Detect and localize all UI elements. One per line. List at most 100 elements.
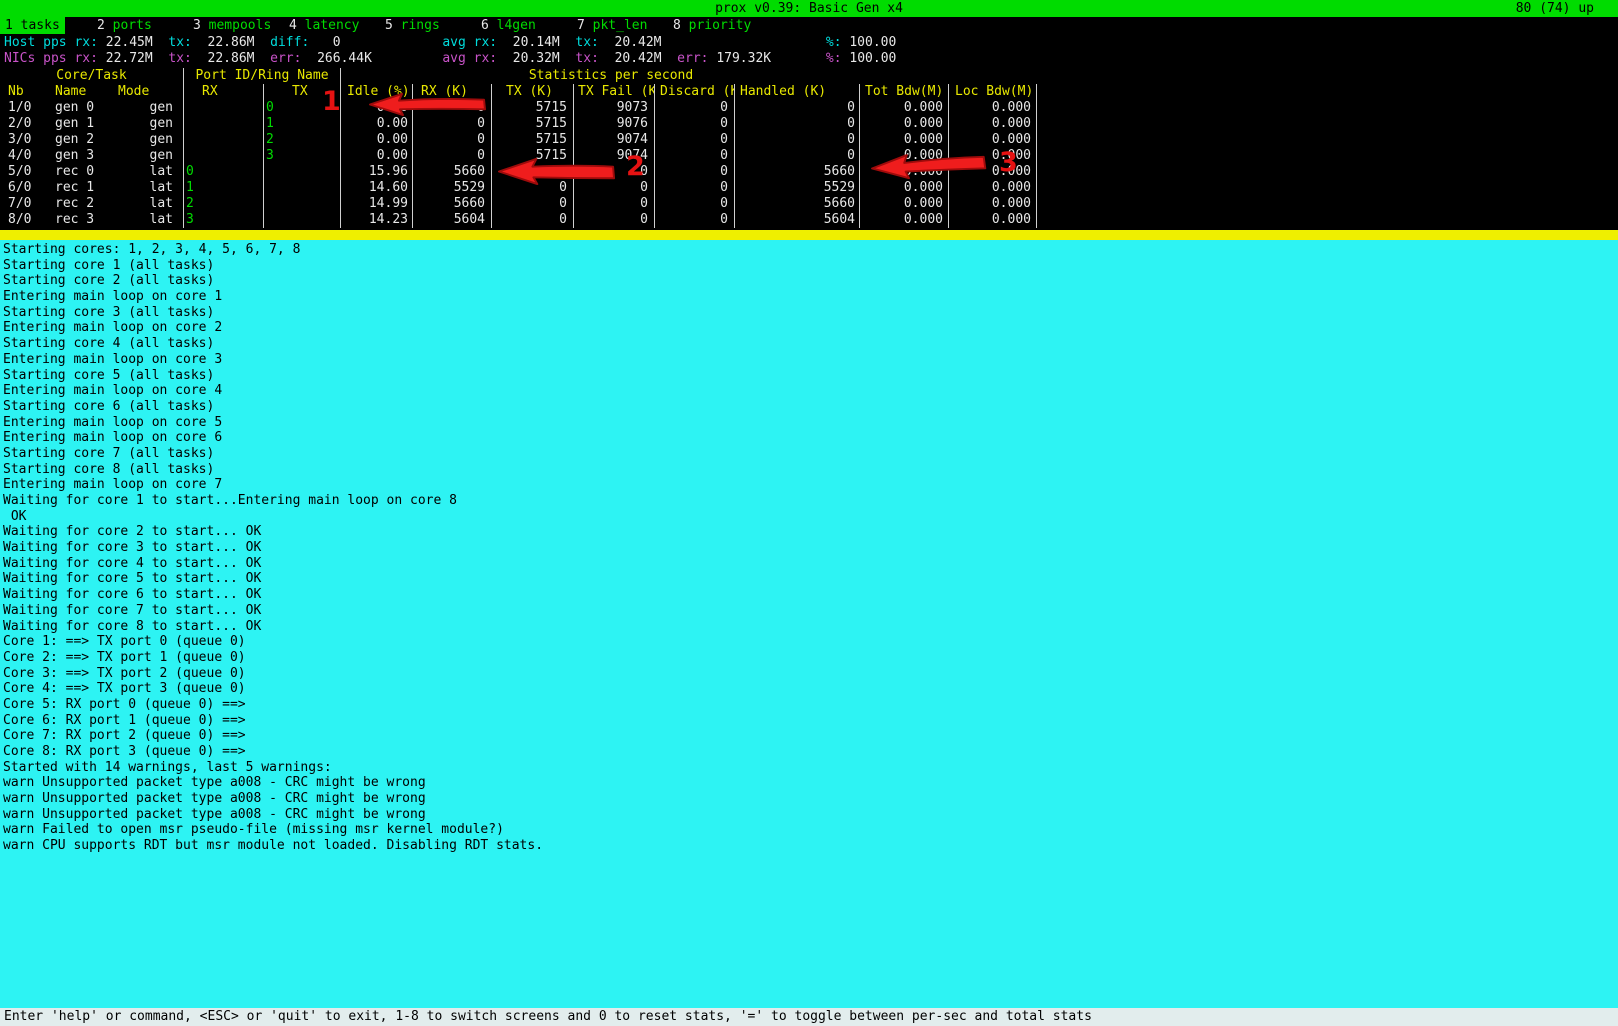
- cell-rx_k: 0: [413, 132, 492, 148]
- cell-idle: 0.00: [341, 116, 413, 132]
- cell-tot_bdw_m: 0.000: [860, 132, 949, 148]
- stat-segment: avg rx:: [341, 35, 513, 50]
- cell-name: rec 0: [44, 164, 116, 180]
- tab-l4gen[interactable]: 6 l4gen: [476, 17, 572, 34]
- tab-ports[interactable]: 2 ports: [92, 17, 188, 34]
- annotation-arrow-2-icon: [497, 157, 617, 186]
- cell-tx_k: 0: [492, 196, 574, 212]
- group-header-statistics: Statistics per second: [263, 68, 959, 84]
- tab-latency[interactable]: 4 latency: [284, 17, 380, 34]
- cell-nb: 8/0: [0, 212, 44, 228]
- cell-mode: lat: [116, 164, 184, 180]
- cell-rx: 1: [184, 180, 264, 196]
- cell-discard_k: 0: [655, 196, 735, 212]
- cell-loc_bdw_m: 0.000: [949, 212, 1037, 228]
- cell-name: gen 1: [44, 116, 116, 132]
- stat-segment: 100.00: [849, 51, 896, 66]
- host-pps-line: Host pps rx: 22.45M tx: 22.86M diff: 0 a…: [4, 35, 896, 51]
- log-line: warn Unsupported packet type a008 - CRC …: [3, 775, 1618, 791]
- stat-segment: err:: [254, 51, 317, 66]
- stat-segment: avg rx:: [372, 51, 513, 66]
- cell-discard_k: 0: [655, 148, 735, 164]
- cell-name: gen 3: [44, 148, 116, 164]
- group-header-core-task: Core/Task: [0, 68, 184, 84]
- cell-name: gen 2: [44, 132, 116, 148]
- stat-segment: 266.44K: [317, 51, 372, 66]
- stat-segment: NICs pps rx:: [4, 51, 106, 66]
- column-header: Handled (K): [735, 84, 860, 100]
- cell-mode: gen: [116, 116, 184, 132]
- cell-discard_k: 0: [655, 180, 735, 196]
- table-row: 3/0gen 2gen20.00057159074000.0000.000: [0, 132, 1037, 148]
- log-line: Starting core 5 (all tasks): [3, 368, 1618, 384]
- title-bar: prox v0.39: Basic Gen x4 80 (74) up: [0, 0, 1618, 17]
- log-line: Core 8: RX port 3 (queue 0) ==>: [3, 744, 1618, 760]
- stat-segment: 179.32K: [716, 51, 771, 66]
- log-line: Waiting for core 6 to start... OK: [3, 587, 1618, 603]
- tab-tasks[interactable]: 1 tasks: [0, 17, 92, 34]
- log-line: Entering main loop on core 1: [3, 289, 1618, 305]
- cell-tx: [264, 196, 341, 212]
- cell-tx_fail_k: 0: [574, 196, 655, 212]
- cell-rx: [184, 132, 264, 148]
- stat-segment: 20.42M: [615, 51, 662, 66]
- cell-nb: 4/0: [0, 148, 44, 164]
- log-line: warn Unsupported packet type a008 - CRC …: [3, 807, 1618, 823]
- tab-priority[interactable]: 8 priority: [668, 17, 764, 34]
- cell-rx: 0: [184, 164, 264, 180]
- stat-segment: %:: [662, 35, 850, 50]
- cell-nb: 5/0: [0, 164, 44, 180]
- cell-tx_k: 5715: [492, 116, 574, 132]
- stat-segment: tx:: [560, 35, 615, 50]
- log-line: Entering main loop on core 7: [3, 477, 1618, 493]
- stat-segment: 20.42M: [615, 35, 662, 50]
- cell-idle: 15.96: [341, 164, 413, 180]
- cell-handled_k: 0: [735, 148, 860, 164]
- log-line: Started with 14 warnings, last 5 warning…: [3, 760, 1618, 776]
- tab-rings[interactable]: 5 rings: [380, 17, 476, 34]
- log-area: Starting cores: 1, 2, 3, 4, 5, 6, 7, 8St…: [0, 240, 1618, 1008]
- cell-mode: gen: [116, 132, 184, 148]
- cell-nb: 7/0: [0, 196, 44, 212]
- cell-nb: 2/0: [0, 116, 44, 132]
- log-line: Core 7: RX port 2 (queue 0) ==>: [3, 728, 1618, 744]
- annotation-label-3: 3: [999, 149, 1018, 176]
- log-line: Starting core 8 (all tasks): [3, 462, 1618, 478]
- cell-discard_k: 0: [655, 212, 735, 228]
- cell-rx_k: 5660: [413, 164, 492, 180]
- column-header: RX: [184, 84, 264, 100]
- cell-tx: 3: [264, 148, 341, 164]
- log-line: Core 2: ==> TX port 1 (queue 0): [3, 650, 1618, 666]
- stat-segment: %:: [771, 51, 849, 66]
- cell-nb: 6/0: [0, 180, 44, 196]
- log-line: Starting core 3 (all tasks): [3, 305, 1618, 321]
- stats-table: Core/Task Port ID/Ring Name Statistics p…: [0, 68, 1037, 228]
- log-line: Starting core 6 (all tasks): [3, 399, 1618, 415]
- column-header: Discard (K): [655, 84, 735, 100]
- tab-mempools[interactable]: 3 mempools: [188, 17, 284, 34]
- log-line: OK: [3, 509, 1618, 525]
- cell-mode: lat: [116, 180, 184, 196]
- cell-tx: [264, 212, 341, 228]
- cell-loc_bdw_m: 0.000: [949, 132, 1037, 148]
- cell-tot_bdw_m: 0.000: [860, 212, 949, 228]
- cell-loc_bdw_m: 0.000: [949, 180, 1037, 196]
- stat-segment: tx:: [560, 51, 615, 66]
- column-header: Name: [44, 84, 116, 100]
- log-line: Starting core 1 (all tasks): [3, 258, 1618, 274]
- log-line: Core 5: RX port 0 (queue 0) ==>: [3, 697, 1618, 713]
- tab-bar: 1 tasks2 ports3 mempools4 latency5 rings…: [0, 17, 1618, 34]
- tab-pkt_len[interactable]: 7 pkt_len: [572, 17, 668, 34]
- uptime-indicator: 80 (74) up: [1516, 0, 1594, 17]
- column-header: TX (K): [492, 84, 574, 100]
- cell-rx: [184, 116, 264, 132]
- stat-segment: 22.45M: [106, 35, 153, 50]
- cell-handled_k: 0: [735, 100, 860, 116]
- log-line: Waiting for core 5 to start... OK: [3, 571, 1618, 587]
- stat-segment: 22.86M: [208, 51, 255, 66]
- stat-segment: err:: [662, 51, 717, 66]
- cell-discard_k: 0: [655, 164, 735, 180]
- table-row: 8/0rec 3lat314.23560400056040.0000.000: [0, 212, 1037, 228]
- stat-segment: 20.32M: [513, 51, 560, 66]
- cell-handled_k: 5660: [735, 164, 860, 180]
